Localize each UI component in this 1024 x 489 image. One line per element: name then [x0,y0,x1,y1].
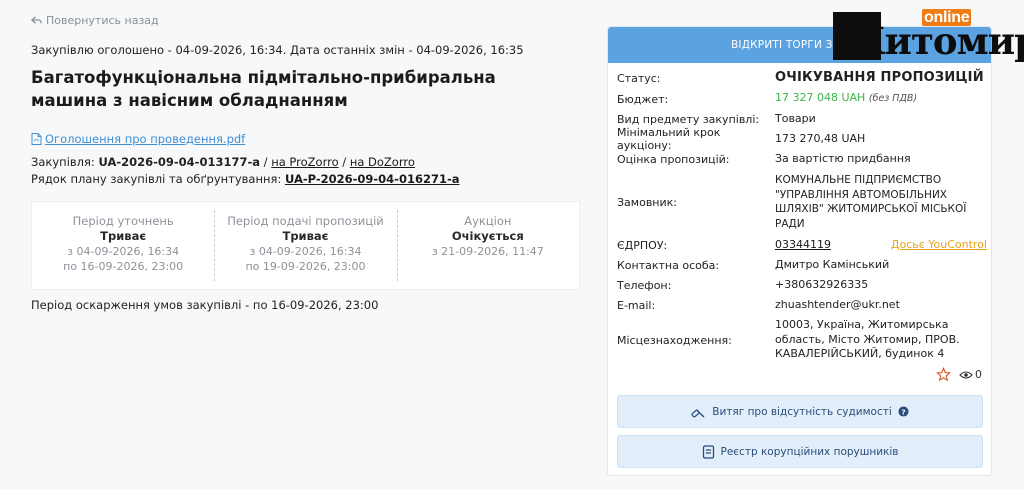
card-actions: 0 [936,367,982,382]
back-link[interactable]: Повернутись назад [31,14,159,27]
plan-line: Рядок плану закупівлі та обґрунтування: … [31,172,460,186]
budget-value-wrap: 17 327 048 UAH (без ПДВ) [775,91,987,107]
row-customer: Замовник: КОМУНАЛЬНЕ ПІДПРИЄМСТВО "УПРАВ… [617,169,987,235]
eye-icon [959,370,973,379]
pdf-link-label: Оголошення про проведення.pdf [45,132,246,146]
period-to: по 19-09-2026, 23:00 [245,260,366,273]
dozorro-link[interactable]: на DoZorro [350,155,415,169]
separator: / [263,155,268,169]
svg-text:?: ? [901,407,905,416]
appeal-period: Період оскарження умов закупівлі - по 16… [31,298,379,312]
location-label: Місцезнаходження: [617,333,732,347]
row-step: Мінімальний крок аукціону: 173 270,48 UA… [617,126,987,152]
budget-value: 17 327 048 UAH [775,91,866,105]
row-status: Статус: ОЧІКУВАННЯ ПРОПОЗИЦІЙ [617,68,987,89]
email-label: E-mail: [617,298,656,312]
edrpou-value-wrap: 03344119 Досьє YouControl [775,238,987,253]
criminal-record-button[interactable]: Витяг про відсутність судимості ? [617,395,983,428]
prozorro-link[interactable]: на ProZorro [271,155,338,169]
procurement-label: Закупівля: [31,155,95,169]
phone-label: Телефон: [617,278,672,292]
phone-value: +380632926335 [775,277,869,291]
announced-info: Закупівлю оголошено - 04-09-2026, 16:34.… [31,43,524,57]
procurement-id: UA-2026-09-04-013177-a [98,155,261,169]
step-label: Мінімальний крок аукціону: [617,126,721,152]
procurement-id-line: Закупівля: UA-2026-09-04-013177-a / на P… [31,155,415,169]
customer-label: Замовник: [617,195,677,209]
help-icon: ? [898,406,909,417]
criminal-record-label: Витяг про відсутність судимості [712,405,892,418]
tender-info-card: ВІДКРИТІ ТОРГИ З ОСОБ Статус: ОЧІКУВАННЯ… [607,26,992,476]
status-value: ОЧІКУВАННЯ ПРОПОЗИЦІЙ [775,70,984,86]
period-status: Триває [100,229,147,243]
period-title: Аукціон [464,214,512,228]
site-logo[interactable]: online Житомир [831,9,1024,71]
period-from: з 04-09-2026, 16:34 [249,245,362,258]
row-budget: Бюджет: 17 327 048 UAH (без ПДВ) [617,89,987,109]
period-status: Триває [282,229,329,243]
period-status: Очікується [451,229,524,243]
logo-word: Житомир [837,19,1024,63]
budget-note: (без ПДВ) [868,93,918,105]
periods-panel: Період уточнень Триває з 04-09-2026, 16:… [31,201,580,290]
period-title: Період уточнень [72,214,174,228]
pdf-icon [31,133,42,145]
period-from: з 04-09-2026, 16:34 [67,245,180,258]
email-value: zhuashtender@ukr.net [775,297,900,311]
period-tendering: Період подачі пропозицій Триває з 04-09-… [214,202,396,289]
plan-label: Рядок плану закупівлі та обґрунтування: [31,172,282,186]
row-phone: Телефон: +380632926335 [617,275,987,295]
subject-label: Вид предмету закупівлі: [617,112,760,126]
period-to: по 16-09-2026, 23:00 [63,260,184,273]
info-rows: Статус: ОЧІКУВАННЯ ПРОПОЗИЦІЙ Бюджет: 17… [617,68,987,365]
step-value: 173 270,48 UAH [775,131,866,145]
edrpou-link[interactable]: 03344119 [775,238,831,251]
row-email: E-mail: zhuashtender@ukr.net [617,295,987,315]
period-from: з 21-09-2026, 11:47 [431,245,544,258]
star-icon[interactable] [936,367,951,382]
budget-label: Бюджет: [617,92,669,106]
plan-id-link[interactable]: UA-P-2026-09-04-016271-a [285,172,460,186]
period-title: Період подачі пропозицій [227,214,384,228]
views-counter: 0 [959,368,982,381]
back-arrow-icon [31,16,42,24]
row-evaluation: Оцінка пропозицій: За вартістю придбання [617,149,987,169]
evaluation-label: Оцінка пропозицій: [617,152,730,166]
customer-value: КОМУНАЛЬНЕ ПІДПРИЄМСТВО "УПРАВЛІННЯ АВТО… [775,174,967,230]
contact-value: Дмитро Камінський [775,257,890,271]
pdf-announcement-link[interactable]: Оголошення про проведення.pdf [31,132,245,146]
back-link-label: Повернутись назад [46,14,159,27]
row-edrpou: ЄДРПОУ: 03344119 Досьє YouControl [617,235,987,255]
period-clarifications: Період уточнень Триває з 04-09-2026, 16:… [32,202,214,289]
corruption-registry-button[interactable]: Реєстр корупційних порушників [617,435,983,468]
status-label: Статус: [617,72,661,85]
edrpou-label: ЄДРПОУ: [617,238,668,252]
period-auction: Аукціон Очікується з 21-09-2026, 11:47 [396,202,579,289]
contact-label: Контактна особа: [617,258,720,272]
document-icon [702,444,714,459]
row-location: Місцезнаходження: 10003, Україна, Житоми… [617,315,987,365]
subject-value: Товари [775,111,816,125]
row-contact: Контактна особа: Дмитро Камінський [617,255,987,275]
evaluation-value: За вартістю придбання [775,151,911,165]
hammer-icon [691,409,705,418]
views-count: 0 [975,368,982,381]
corruption-registry-label: Реєстр корупційних порушників [720,445,899,458]
separator: / [342,155,347,169]
youcontrol-link[interactable]: Досьє YouControl [891,238,987,253]
page-title: Багатофункціональна підмітально-прибирал… [31,68,496,110]
location-value: 10003, Україна, Житомирська область, Міс… [775,318,960,361]
